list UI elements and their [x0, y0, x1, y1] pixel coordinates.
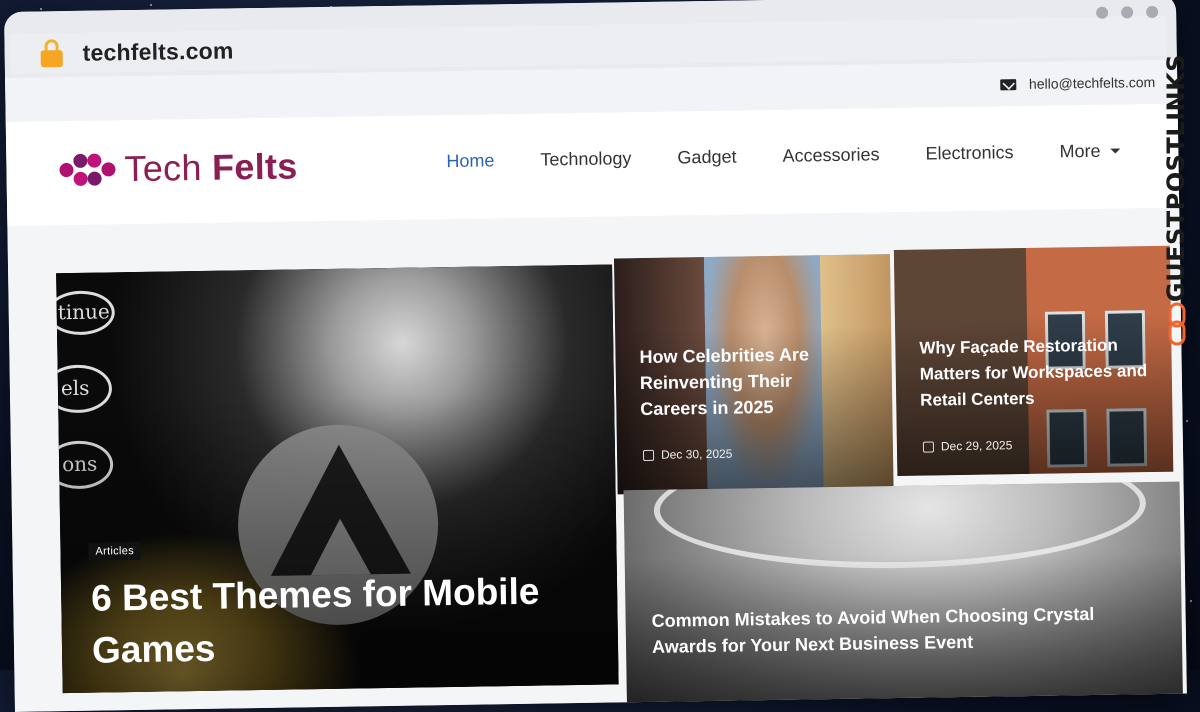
article-title[interactable]: Common Mistakes to Avoid When Choosing C…: [651, 600, 1132, 660]
badge-text: GUESTPOSTLINKS: [1162, 54, 1190, 303]
nav-more-label: More: [1059, 140, 1101, 162]
main-navigation: Home Technology Gadget Accessories Elect…: [446, 140, 1166, 172]
caret-down-icon: [1110, 148, 1121, 154]
date-text: Dec 29, 2025: [940, 438, 1013, 454]
site-logo[interactable]: Tech Felts: [56, 145, 298, 191]
browser-window: techfelts.com hello@techfelts.com Tech F…: [4, 0, 1187, 712]
nav-technology[interactable]: Technology: [540, 148, 631, 170]
article-date: Dec 29, 2025: [922, 438, 1013, 454]
article-card-featured[interactable]: tinue els ons Articles 6 Best Themes for…: [56, 264, 619, 694]
nav-home[interactable]: Home: [446, 150, 494, 172]
lock-icon: [40, 39, 64, 68]
logo-molecule-icon: [59, 153, 116, 186]
mail-icon: [999, 78, 1017, 90]
nav-gadget[interactable]: Gadget: [677, 147, 736, 169]
url-text: techfelts.com: [82, 36, 234, 66]
nav-more[interactable]: More: [1059, 140, 1121, 162]
article-title[interactable]: How Celebrities Are Reinventing Their Ca…: [639, 341, 860, 422]
article-card-facade[interactable]: Why Façade Restoration Matters for Works…: [893, 245, 1174, 477]
logo-word-felts: Felts: [211, 145, 298, 188]
article-card-celebrities[interactable]: How Celebrities Are Reinventing Their Ca…: [613, 254, 894, 495]
guestpostlinks-badge: GUESTPOSTLINKS: [1160, 54, 1200, 354]
calendar-icon: [922, 440, 935, 453]
category-tag[interactable]: Articles: [88, 541, 142, 561]
chain-link-icon: [1168, 302, 1186, 346]
window-dot-icon[interactable]: [1121, 6, 1134, 19]
article-title[interactable]: Why Façade Restoration Matters for Works…: [919, 332, 1160, 414]
web-page: hello@techfelts.com Tech Felts Home Tech…: [5, 59, 1187, 712]
logo-word-tech: Tech: [124, 146, 213, 190]
window-controls: [1096, 5, 1159, 19]
featured-grid: tinue els ons Articles 6 Best Themes for…: [54, 245, 1184, 712]
calendar-icon: [642, 449, 655, 461]
nav-accessories[interactable]: Accessories: [782, 144, 879, 167]
site-header: Tech Felts Home Technology Gadget Access…: [5, 103, 1180, 226]
window-dot-icon[interactable]: [1096, 6, 1109, 19]
article-title[interactable]: 6 Best Themes for Mobile Games: [91, 565, 593, 677]
contact-email-link[interactable]: hello@techfelts.com: [1029, 74, 1156, 92]
date-text: Dec 30, 2025: [660, 446, 733, 462]
logo-wordmark: Tech Felts: [124, 145, 298, 190]
nav-electronics[interactable]: Electronics: [925, 142, 1013, 164]
window-dot-icon[interactable]: [1146, 5, 1159, 19]
article-date: Dec 30, 2025: [642, 446, 733, 462]
article-card-crystal[interactable]: Common Mistakes to Avoid When Choosing C…: [623, 481, 1184, 712]
